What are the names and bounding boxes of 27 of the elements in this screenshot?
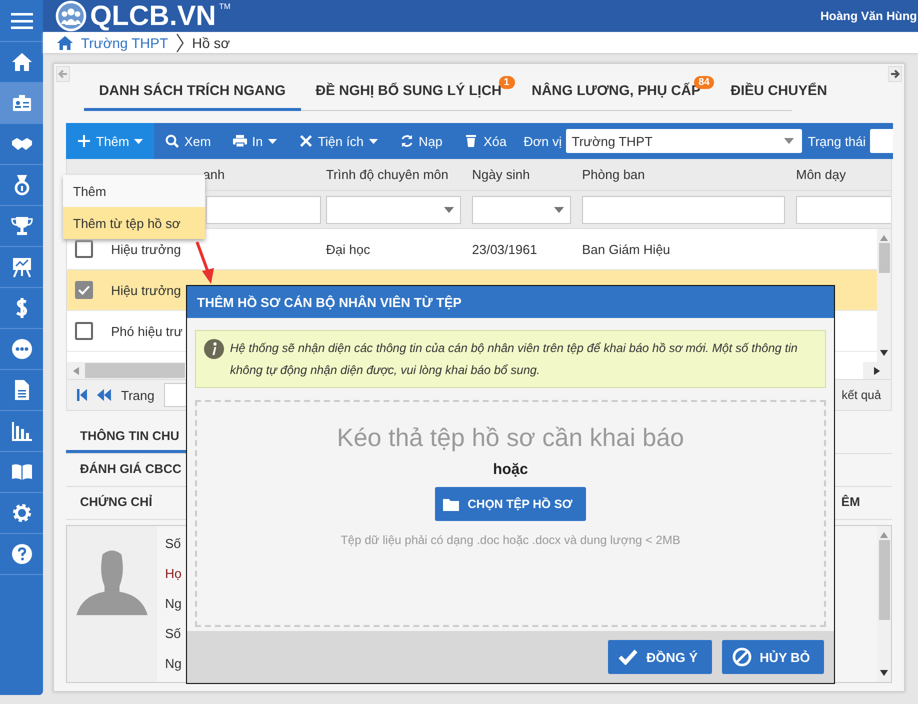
column-header: Ngày sinh <box>472 167 530 182</box>
field-label: Ng <box>165 656 182 672</box>
table-cell: 23/03/1961 <box>472 242 538 256</box>
status-label: Trạng thái <box>808 134 866 148</box>
column-header: Phòng ban <box>582 167 645 182</box>
column-header: Trình độ chuyên môn <box>326 167 448 182</box>
column-header: Môn dạy <box>796 167 846 182</box>
dialog-title: THÊM HỒ SƠ CÁN BỘ NHÂN VIÊN TỪ TỆP <box>187 286 834 318</box>
unit-label: Đơn vị <box>524 134 562 148</box>
trademark: TM <box>219 2 231 11</box>
field-label: Ng <box>165 596 182 612</box>
breadcrumb-current: Hồ sơ <box>192 34 230 50</box>
or-text: hoặc <box>492 461 528 478</box>
hint-text: Tệp dữ liệu phải có dạng .doc hoặc .docx và dung lượng < 2MB <box>340 533 680 547</box>
table-cell: Hiệu trưởng <box>111 282 181 298</box>
table-cell: Phó hiệu trư <box>111 324 183 338</box>
field-label: Số <box>165 536 181 552</box>
table-cell: Ban Giám Hiệu <box>582 242 670 256</box>
info-text: Hệ thống sẽ nhận diện các thông tin của cán bộ nhân viên trên tệp để khai báo hồ sơ mới. Một số thông tin không tự động nhận diện được, vui lòng khai báo bổ sung. <box>230 340 799 379</box>
result-count: kết quả <box>842 388 881 402</box>
table-cell: Hiệu trưởng <box>111 242 181 256</box>
field-label: Số <box>165 626 181 642</box>
page-label: Trang <box>121 388 154 402</box>
field-label: Họ <box>165 566 182 582</box>
drop-text: Kéo thả tệp hồ sơ cần khai báo <box>336 424 684 453</box>
table-cell: Đại học <box>326 242 370 256</box>
logo-text: QLCB.VN <box>90 0 216 32</box>
